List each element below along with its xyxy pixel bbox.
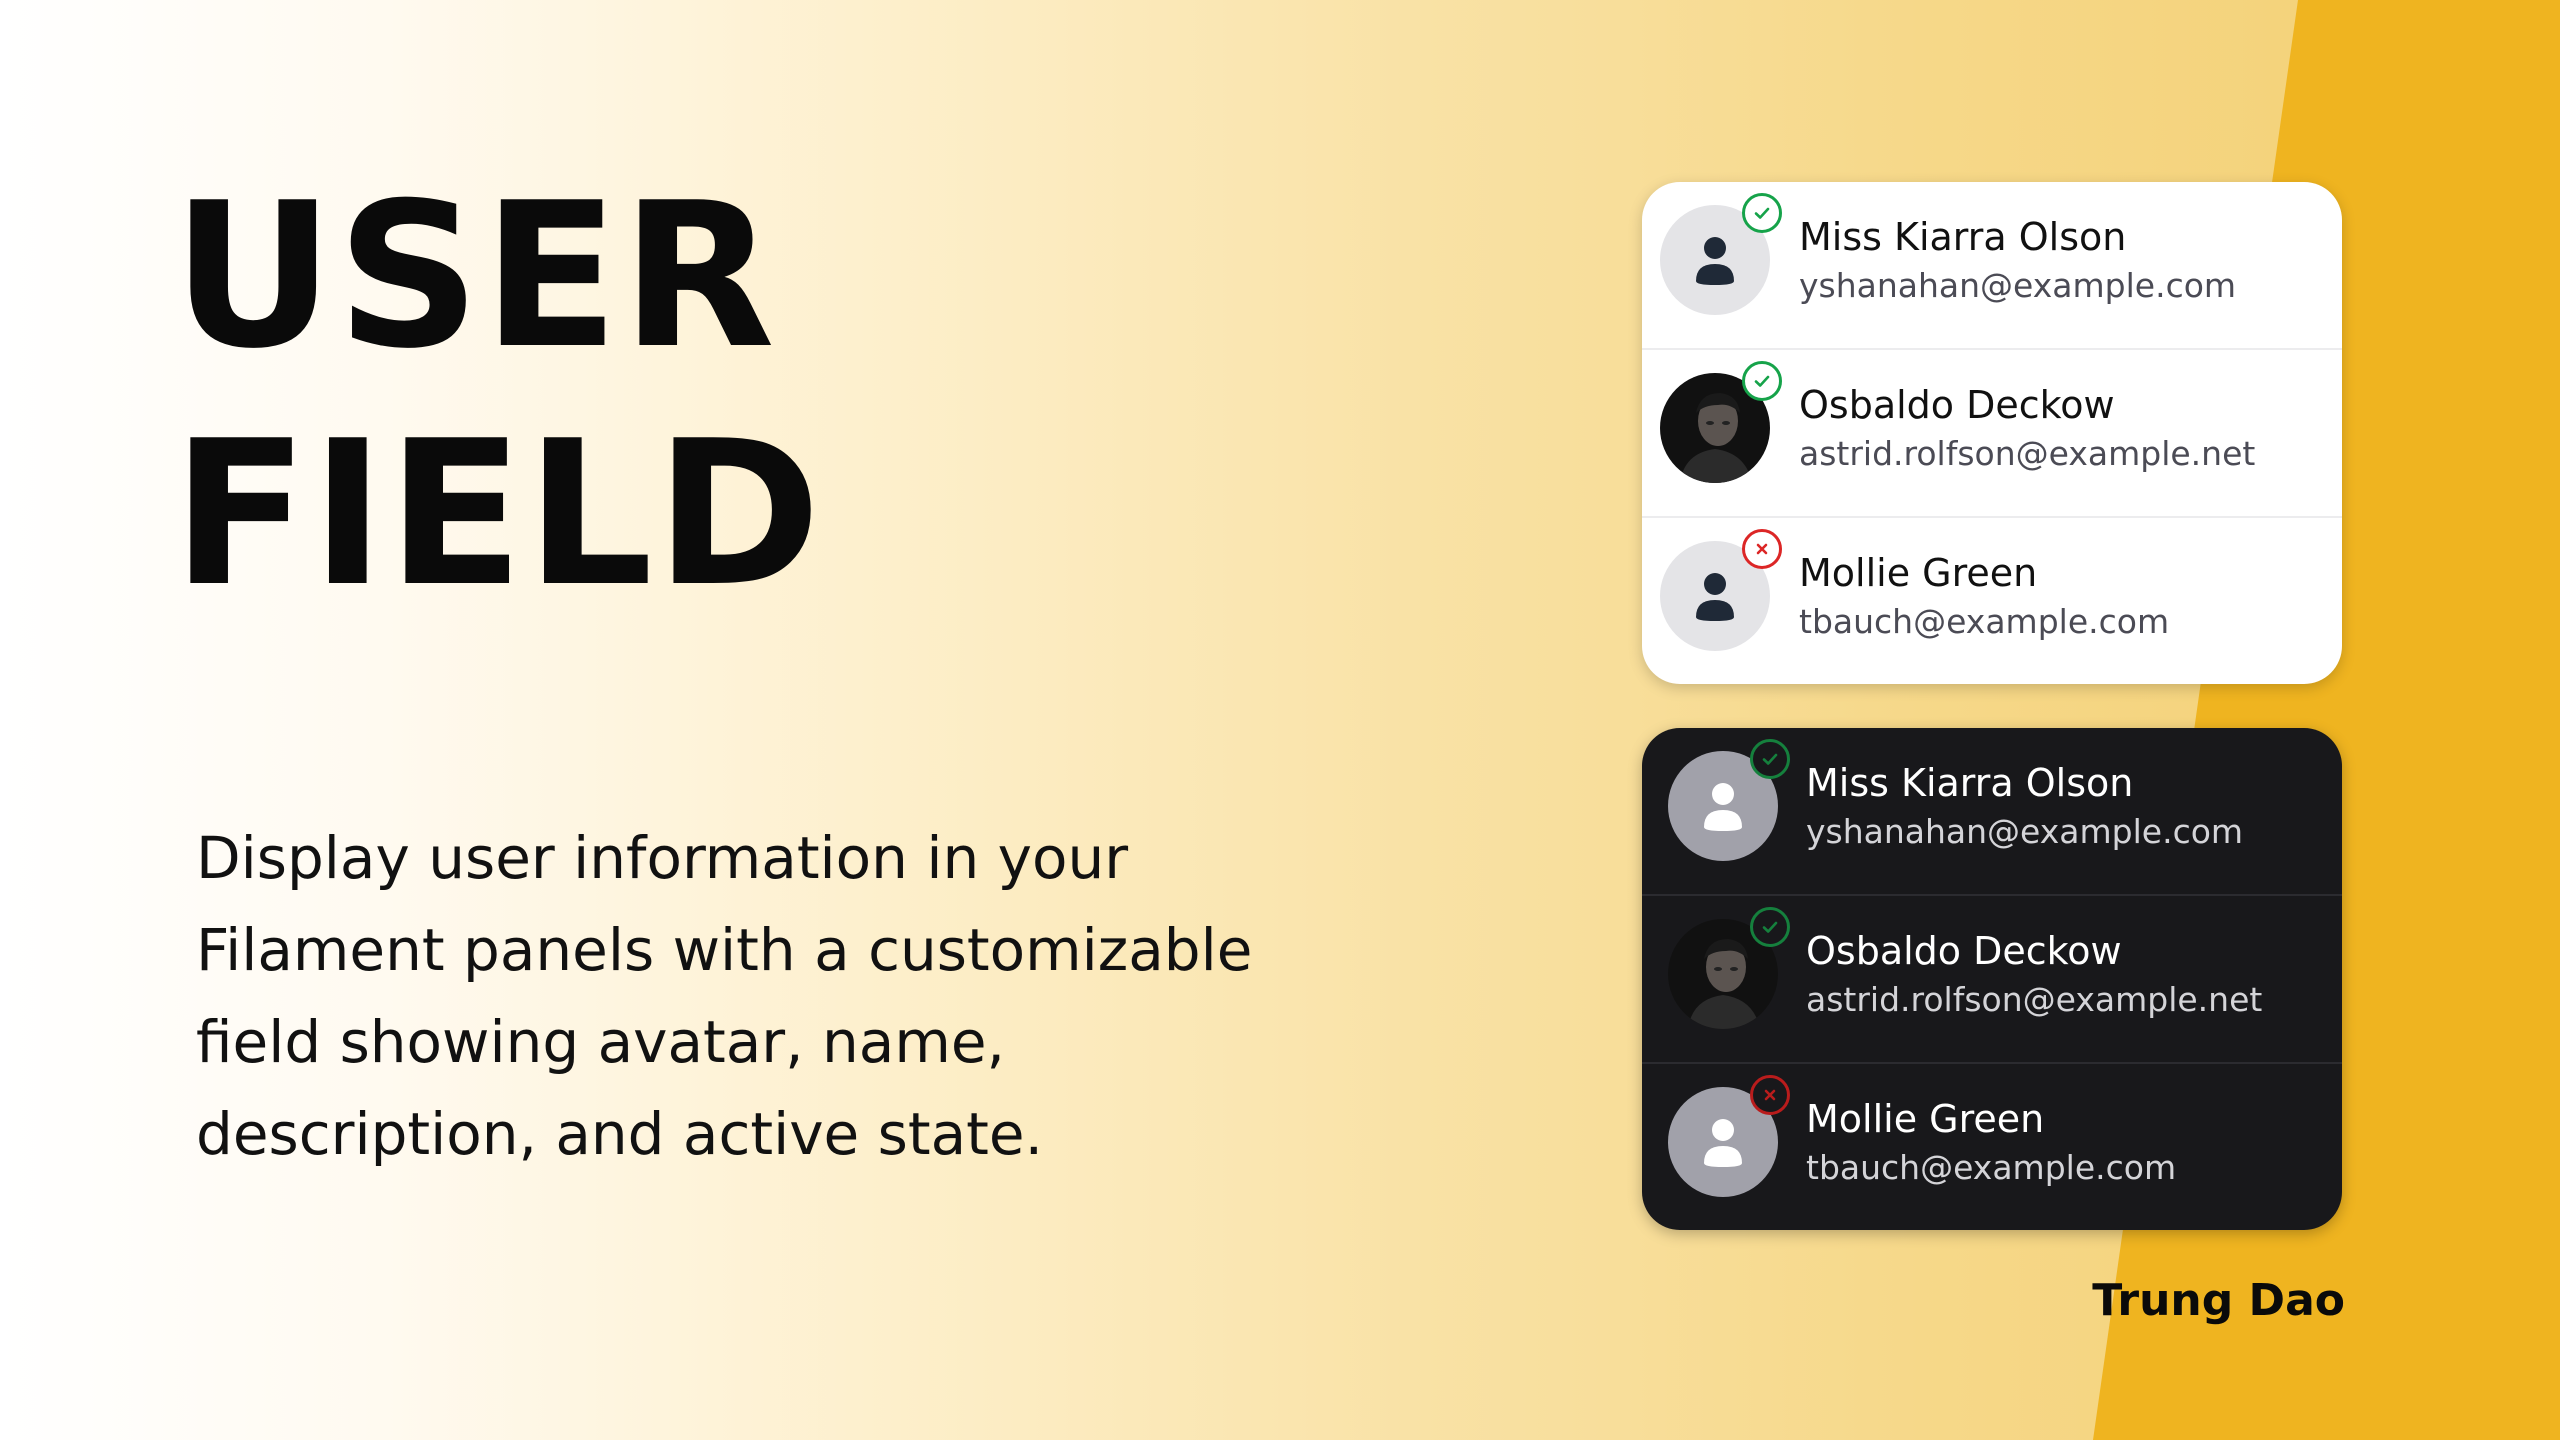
- active-check-icon: [1750, 739, 1790, 779]
- user-row[interactable]: Miss Kiarra Olson yshanahan@example.com: [1642, 728, 2342, 894]
- user-list-card-light: Miss Kiarra Olson yshanahan@example.com …: [1642, 182, 2342, 684]
- inactive-x-icon: [1742, 529, 1782, 569]
- user-row[interactable]: Mollie Green tbauch@example.com: [1642, 1062, 2342, 1230]
- user-email: tbauch@example.com: [1806, 1148, 2177, 1187]
- user-email: astrid.rolfson@example.net: [1799, 434, 2256, 473]
- user-row[interactable]: Miss Kiarra Olson yshanahan@example.com: [1642, 182, 2342, 348]
- user-email: yshanahan@example.com: [1806, 812, 2244, 851]
- user-row[interactable]: Osbaldo Deckow astrid.rolfson@example.ne…: [1642, 894, 2342, 1062]
- hero-title-line-2: FIELD: [172, 398, 824, 631]
- hero-title: USER FIELD: [172, 158, 823, 634]
- user-name: Mollie Green: [1806, 1097, 2045, 1141]
- active-check-icon: [1742, 193, 1782, 233]
- user-name: Miss Kiarra Olson: [1799, 215, 2127, 259]
- hero-title-line-1: USER: [172, 160, 778, 393]
- active-check-icon: [1742, 361, 1782, 401]
- user-email: tbauch@example.com: [1799, 602, 2170, 641]
- active-check-icon: [1750, 907, 1790, 947]
- inactive-x-icon: [1750, 1075, 1790, 1115]
- user-name: Mollie Green: [1799, 551, 2038, 595]
- user-row[interactable]: Mollie Green tbauch@example.com: [1642, 516, 2342, 684]
- user-email: astrid.rolfson@example.net: [1806, 980, 2263, 1019]
- user-row[interactable]: Osbaldo Deckow astrid.rolfson@example.ne…: [1642, 348, 2342, 516]
- user-email: yshanahan@example.com: [1799, 266, 2237, 305]
- user-list-card-dark: Miss Kiarra Olson yshanahan@example.com …: [1642, 728, 2342, 1230]
- user-name: Osbaldo Deckow: [1799, 383, 2115, 427]
- hero-description: Display user information in your Filamen…: [196, 824, 1253, 1168]
- author-credit: Trung Dao: [2092, 1275, 2345, 1326]
- user-name: Miss Kiarra Olson: [1806, 761, 2134, 805]
- user-name: Osbaldo Deckow: [1806, 929, 2122, 973]
